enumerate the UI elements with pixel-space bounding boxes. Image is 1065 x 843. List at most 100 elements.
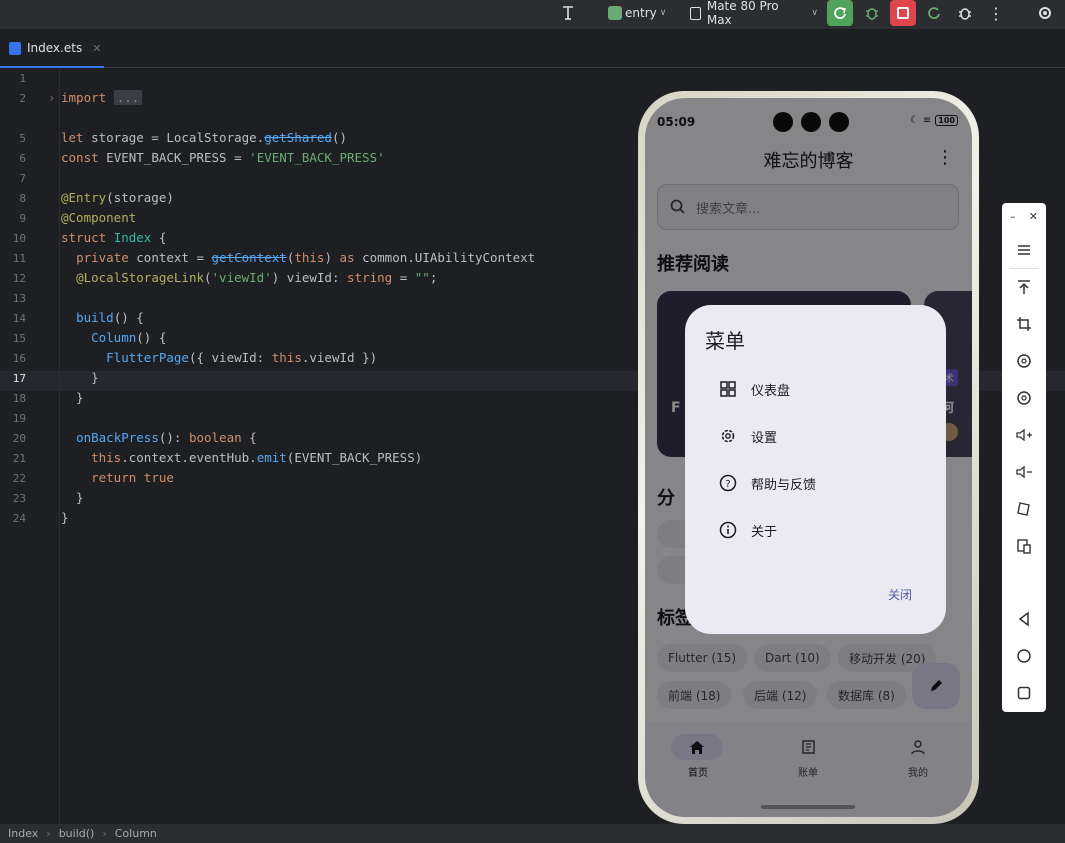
line-number: 21 [12, 452, 26, 465]
code-line: @Entry(storage) [61, 190, 174, 205]
menu-item-label: 仪表盘 [751, 383, 791, 399]
apply-changes-button[interactable] [921, 0, 947, 26]
breadcrumb-item[interactable]: build() [59, 827, 95, 840]
device-label: Mate 80 Pro Max [706, 0, 779, 27]
code-line: Column() { [91, 330, 167, 345]
close-icon[interactable]: ✕ [92, 42, 101, 55]
volume-down-icon[interactable] [1002, 459, 1046, 485]
back-icon[interactable] [1002, 606, 1046, 632]
line-number: 12 [12, 272, 26, 285]
breadcrumb-item[interactable]: Index [8, 827, 38, 840]
divider [1010, 268, 1038, 269]
line-number: 20 [12, 432, 26, 445]
phone-emulator: 05:09 ☾ ≡ 100 难忘的博客 ⋮ 搜索文章... 推荐阅读 F 技术 … [638, 91, 979, 824]
screenshot-crop-icon[interactable] [1002, 311, 1046, 337]
line-number: 9 [19, 212, 26, 225]
more-icon[interactable]: ⋮ [983, 0, 1009, 26]
line-number: 19 [12, 412, 26, 425]
menu-icon[interactable] [1002, 237, 1046, 263]
line-number: 2 [19, 92, 26, 105]
code-line: import ... [61, 88, 143, 108]
module-selector[interactable]: entry ∨ [608, 0, 672, 26]
line-number: 16 [12, 352, 26, 365]
code-line: return true [91, 470, 174, 485]
menu-item-settings[interactable]: 设置 [719, 424, 777, 448]
device-selector[interactable]: Mate 80 Pro Max ∨ [690, 0, 818, 27]
code-line: build() { [76, 310, 144, 325]
dialog-title: 菜单 [705, 329, 745, 353]
rotate-left-icon[interactable] [1002, 348, 1046, 374]
rerun-icon [834, 7, 846, 19]
gutter-divider [59, 68, 60, 824]
code-line: } [61, 370, 99, 385]
code-line: private context = getContext(this) as co… [76, 250, 536, 265]
line-number: 11 [12, 252, 26, 265]
run-button[interactable] [827, 0, 853, 26]
module-label: entry [625, 6, 657, 20]
line-number: 23 [12, 492, 26, 505]
help-icon: ? [719, 474, 737, 492]
file-icon [9, 41, 21, 55]
menu-item-about[interactable]: 关于 [719, 518, 777, 542]
chevron-right-icon: › [46, 827, 51, 840]
pin-top-icon[interactable] [1002, 274, 1046, 300]
code-line: } [61, 390, 84, 405]
module-icon [608, 6, 622, 20]
code-line: @LocalStorageLink('viewId') viewId: stri… [76, 270, 438, 285]
debug-attach-icon [959, 8, 971, 20]
close-icon[interactable]: ✕ [1029, 210, 1038, 223]
recents-icon[interactable] [1002, 680, 1046, 706]
code-line: struct Index { [61, 230, 167, 245]
line-number: 8 [19, 192, 26, 205]
line-number: 15 [12, 332, 26, 345]
phone-screen[interactable]: 05:09 ☾ ≡ 100 难忘的博客 ⋮ 搜索文章... 推荐阅读 F 技术 … [645, 98, 972, 817]
menu-dialog: 菜单 仪表盘 设置 ? 帮助与反馈 关于 关闭 [685, 305, 946, 634]
code-line: @Component [61, 210, 137, 225]
menu-item-label: 关于 [751, 524, 778, 540]
volume-up-icon[interactable] [1002, 422, 1046, 448]
line-number: 14 [12, 312, 26, 325]
stop-button[interactable] [890, 0, 916, 26]
fold-icon[interactable] [1002, 496, 1046, 522]
svg-text:?: ? [725, 479, 730, 490]
code-line: } [61, 510, 69, 525]
home-circle-icon[interactable] [1002, 643, 1046, 669]
code-line: const EVENT_BACK_PRESS = 'EVENT_BACK_PRE… [61, 150, 385, 165]
breadcrumb-item[interactable]: Column [115, 827, 157, 840]
line-number: 13 [12, 292, 26, 305]
minimize-icon[interactable]: – [1010, 210, 1016, 223]
multi-device-icon[interactable] [1002, 533, 1046, 559]
menu-item-dashboard[interactable]: 仪表盘 [719, 377, 790, 401]
tab-index-ets[interactable]: Index.ets ✕ [0, 30, 104, 68]
device-icon [690, 6, 701, 20]
line-number: 18 [12, 392, 26, 405]
line-number: 7 [19, 172, 26, 185]
line-number: 22 [12, 472, 26, 485]
code-line: let storage = LocalStorage.getShared() [61, 130, 347, 145]
debug-button[interactable] [859, 0, 885, 26]
line-number: 10 [12, 232, 26, 245]
dashboard-icon [720, 381, 736, 397]
gear-icon [721, 429, 735, 443]
attach-debugger-button[interactable] [952, 0, 978, 26]
refresh-icon [928, 7, 940, 19]
menu-item-help[interactable]: ? 帮助与反馈 [719, 471, 816, 495]
settings-button[interactable] [1032, 0, 1058, 26]
chevron-right-icon: › [102, 827, 107, 840]
emulator-toolbar: – ✕ [1002, 203, 1046, 712]
code-line: onBackPress(): boolean { [76, 430, 257, 445]
line-number: 17 [12, 372, 26, 385]
build-hammer-icon[interactable] [560, 0, 584, 26]
editor-tab-bar: Index.ets ✕ [0, 30, 1065, 68]
close-button[interactable]: 关闭 [888, 586, 912, 603]
menu-item-label: 设置 [751, 430, 778, 446]
line-number: 1 [19, 72, 26, 85]
code-line: this.context.eventHub.emit(EVENT_BACK_PR… [91, 450, 423, 465]
menu-item-label: 帮助与反馈 [751, 477, 817, 493]
code-line: FlutterPage({ viewId: this.viewId }) [106, 350, 378, 365]
main-toolbar: entry ∨ Mate 80 Pro Max ∨ ⋮ [0, 0, 1065, 30]
rotate-right-icon[interactable] [1002, 385, 1046, 411]
stop-icon [897, 7, 909, 19]
code-line: } [61, 490, 84, 505]
line-number: 5 [19, 132, 26, 145]
